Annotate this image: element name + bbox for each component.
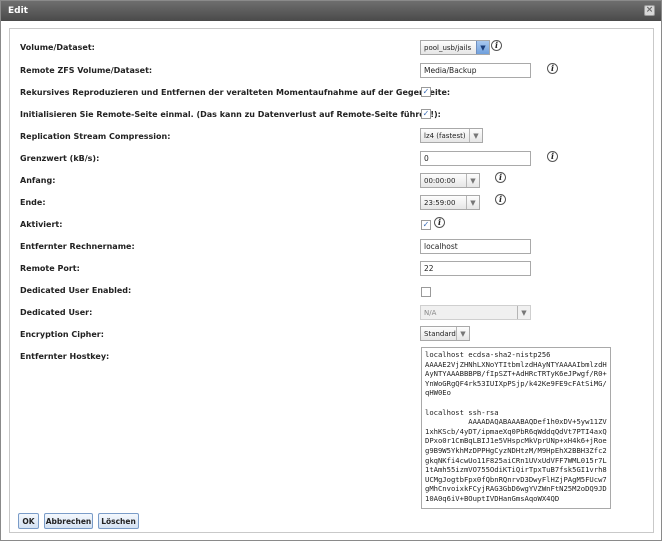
close-icon[interactable]: ×	[644, 5, 655, 16]
remote-port-label: Remote Port:	[20, 263, 80, 273]
end-value: 23:59:00	[424, 198, 456, 207]
begin-label: Anfang:	[20, 175, 56, 185]
chevron-down-icon: ▼	[517, 306, 530, 319]
row-dedicated-user-enabled: Dedicated User Enabled:	[20, 282, 131, 298]
remote-hostname-input[interactable]: localhost	[420, 239, 531, 254]
remote-port-input[interactable]: 22	[420, 261, 531, 276]
row-compression: Replication Stream Compression:	[20, 128, 170, 144]
cipher-select[interactable]: Standard ▼	[420, 326, 470, 341]
end-select[interactable]: 23:59:00 ▼	[420, 195, 480, 210]
delete-button[interactable]: Löschen	[98, 513, 139, 529]
dedicated-user-label: Dedicated User:	[20, 307, 93, 317]
compression-label: Replication Stream Compression:	[20, 131, 171, 141]
row-volume-dataset: Volume/Dataset:	[20, 39, 95, 55]
row-enabled: Aktiviert:	[20, 216, 62, 232]
info-icon[interactable]: i	[434, 217, 445, 228]
row-initialize-remote: Initialisieren Sie Remote-Seite einmal. …	[20, 106, 441, 122]
row-recursive: Rekursives Reproduzieren und Entfernen d…	[20, 84, 450, 100]
row-remote-volume: Remote ZFS Volume/Dataset:	[20, 62, 152, 78]
dedicated-user-enabled-checkbox[interactable]	[421, 287, 431, 297]
remote-volume-input[interactable]: Media/Backup	[420, 63, 531, 78]
row-end: Ende:	[20, 194, 46, 210]
hostkey-label: Entfernter Hostkey:	[20, 351, 110, 361]
cipher-value: Standard	[424, 329, 456, 338]
row-hostkey: Entfernter Hostkey:	[20, 348, 109, 364]
row-limit: Grenzwert (kB/s):	[20, 150, 99, 166]
form-panel: Volume/Dataset: pool_usb/jails ▼ i Remot…	[9, 28, 654, 533]
volume-dataset-value: pool_usb/jails	[424, 43, 472, 52]
enabled-label: Aktiviert:	[20, 219, 63, 229]
row-dedicated-user: Dedicated User:	[20, 304, 92, 320]
limit-label: Grenzwert (kB/s):	[20, 153, 100, 163]
row-remote-port: Remote Port:	[20, 260, 80, 276]
info-icon[interactable]: i	[491, 40, 502, 51]
info-icon[interactable]: i	[495, 194, 506, 205]
recursive-checkbox[interactable]: ✓	[421, 87, 431, 97]
chevron-down-icon: ▼	[466, 174, 479, 187]
initialize-remote-label: Initialisieren Sie Remote-Seite einmal. …	[20, 109, 441, 119]
recursive-label: Rekursives Reproduzieren und Entfernen d…	[20, 87, 451, 97]
limit-input[interactable]: 0	[420, 151, 531, 166]
remote-hostname-label: Entfernter Rechnername:	[20, 241, 135, 251]
row-begin: Anfang:	[20, 172, 55, 188]
dedicated-user-value: N/A	[424, 308, 437, 317]
enabled-checkbox[interactable]: ✓	[421, 220, 431, 230]
volume-dataset-select[interactable]: pool_usb/jails ▼	[420, 40, 490, 55]
edit-dialog: Edit × Volume/Dataset: pool_usb/jails ▼ …	[0, 0, 662, 541]
initialize-remote-checkbox[interactable]: ✓	[421, 109, 431, 119]
dedicated-user-enabled-label: Dedicated User Enabled:	[20, 285, 132, 295]
volume-dataset-label: Volume/Dataset:	[20, 42, 95, 52]
remote-volume-label: Remote ZFS Volume/Dataset:	[20, 65, 153, 75]
ok-button[interactable]: OK	[18, 513, 39, 529]
chevron-down-icon: ▼	[476, 41, 489, 54]
cancel-button[interactable]: Abbrechen	[44, 513, 93, 529]
dedicated-user-select[interactable]: N/A ▼	[420, 305, 531, 320]
end-label: Ende:	[20, 197, 46, 207]
hostkey-textarea[interactable]: localhost ecdsa-sha2-nistp256 AAAAE2VjZH…	[421, 347, 611, 509]
begin-value: 00:00:00	[424, 176, 456, 185]
dialog-titlebar[interactable]: Edit ×	[1, 1, 661, 21]
begin-select[interactable]: 00:00:00 ▼	[420, 173, 480, 188]
chevron-down-icon: ▼	[469, 129, 482, 142]
compression-select[interactable]: lz4 (fastest) ▼	[420, 128, 483, 143]
info-icon[interactable]: i	[495, 172, 506, 183]
row-remote-hostname: Entfernter Rechnername:	[20, 238, 135, 254]
dialog-title: Edit	[8, 6, 28, 16]
cipher-label: Encryption Cipher:	[20, 329, 104, 339]
row-cipher: Encryption Cipher:	[20, 326, 104, 342]
chevron-down-icon: ▼	[456, 327, 469, 340]
info-icon[interactable]: i	[547, 63, 558, 74]
chevron-down-icon: ▼	[466, 196, 479, 209]
info-icon[interactable]: i	[547, 151, 558, 162]
compression-value: lz4 (fastest)	[424, 131, 466, 140]
